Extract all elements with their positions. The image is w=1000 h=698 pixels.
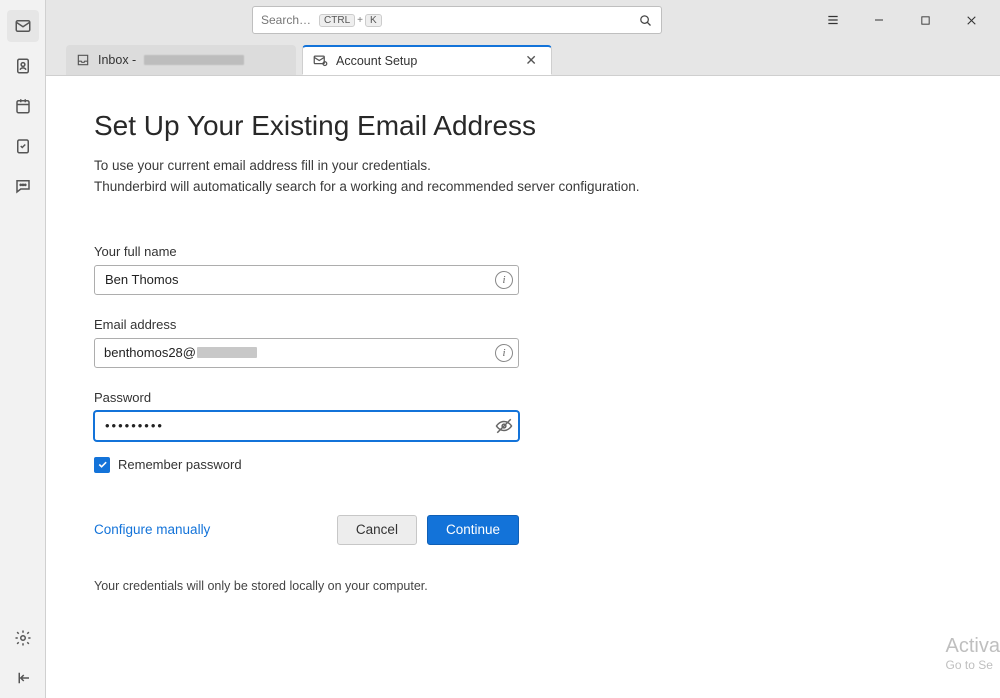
intro-line-1: To use your current email address fill i… xyxy=(94,156,734,177)
window-maximize-button[interactable] xyxy=(902,0,948,40)
tab-close-button[interactable]: ✕ xyxy=(525,52,537,69)
collapse-icon[interactable] xyxy=(7,662,39,694)
tab-account-setup[interactable]: Account Setup ✕ xyxy=(302,45,552,75)
spaces-toolbar xyxy=(0,0,46,698)
calendar-icon[interactable] xyxy=(7,90,39,122)
email-info-icon[interactable]: i xyxy=(495,344,513,362)
email-label: Email address xyxy=(94,317,519,332)
window-minimize-button[interactable] xyxy=(856,0,902,40)
remember-password-label: Remember password xyxy=(118,457,242,472)
tasks-icon[interactable] xyxy=(7,130,39,162)
search-placeholder: Search… xyxy=(261,13,311,27)
tab-inbox-redacted xyxy=(144,55,244,65)
kbd-ctrl: CTRL xyxy=(319,14,355,27)
tab-inbox-label: Inbox - xyxy=(98,53,136,67)
toggle-password-visibility-icon[interactable] xyxy=(495,417,513,435)
remember-password-row[interactable]: Remember password xyxy=(94,457,1000,473)
intro-line-2: Thunderbird will automatically search fo… xyxy=(94,177,734,198)
tab-bar: Inbox - Account Setup ✕ xyxy=(46,40,1000,76)
credentials-footnote: Your credentials will only be stored loc… xyxy=(94,579,1000,593)
settings-gear-icon[interactable] xyxy=(7,622,39,654)
tab-setup-label: Account Setup xyxy=(336,54,417,68)
window-close-button[interactable] xyxy=(948,0,994,40)
name-label: Your full name xyxy=(94,244,519,259)
name-info-icon[interactable]: i xyxy=(495,271,513,289)
search-icon xyxy=(638,13,653,28)
continue-button[interactable]: Continue xyxy=(427,515,519,545)
email-input[interactable] xyxy=(94,338,519,368)
cancel-button[interactable]: Cancel xyxy=(337,515,417,545)
configure-manually-link[interactable]: Configure manually xyxy=(94,522,210,537)
address-book-icon[interactable] xyxy=(7,50,39,82)
app-menu-button[interactable] xyxy=(810,0,856,40)
page-title: Set Up Your Existing Email Address xyxy=(94,110,1000,142)
page-intro: To use your current email address fill i… xyxy=(94,156,734,198)
windows-activation-watermark: Activa Go to Se xyxy=(946,634,1000,672)
password-label: Password xyxy=(94,390,519,405)
inbox-tray-icon xyxy=(76,53,90,67)
password-input[interactable] xyxy=(94,411,519,441)
name-input[interactable] xyxy=(94,265,519,295)
kbd-plus: + xyxy=(357,15,363,26)
envelope-gear-icon xyxy=(313,53,328,68)
chat-icon[interactable] xyxy=(7,170,39,202)
global-search-input[interactable]: Search… CTRL + K xyxy=(252,6,662,34)
remember-password-checkbox[interactable] xyxy=(94,457,110,473)
mail-icon[interactable] xyxy=(7,10,39,42)
kbd-k: K xyxy=(365,14,382,27)
account-setup-pane: Set Up Your Existing Email Address To us… xyxy=(46,76,1000,698)
title-bar: Search… CTRL + K xyxy=(46,0,1000,40)
tab-inbox[interactable]: Inbox - xyxy=(66,45,296,75)
